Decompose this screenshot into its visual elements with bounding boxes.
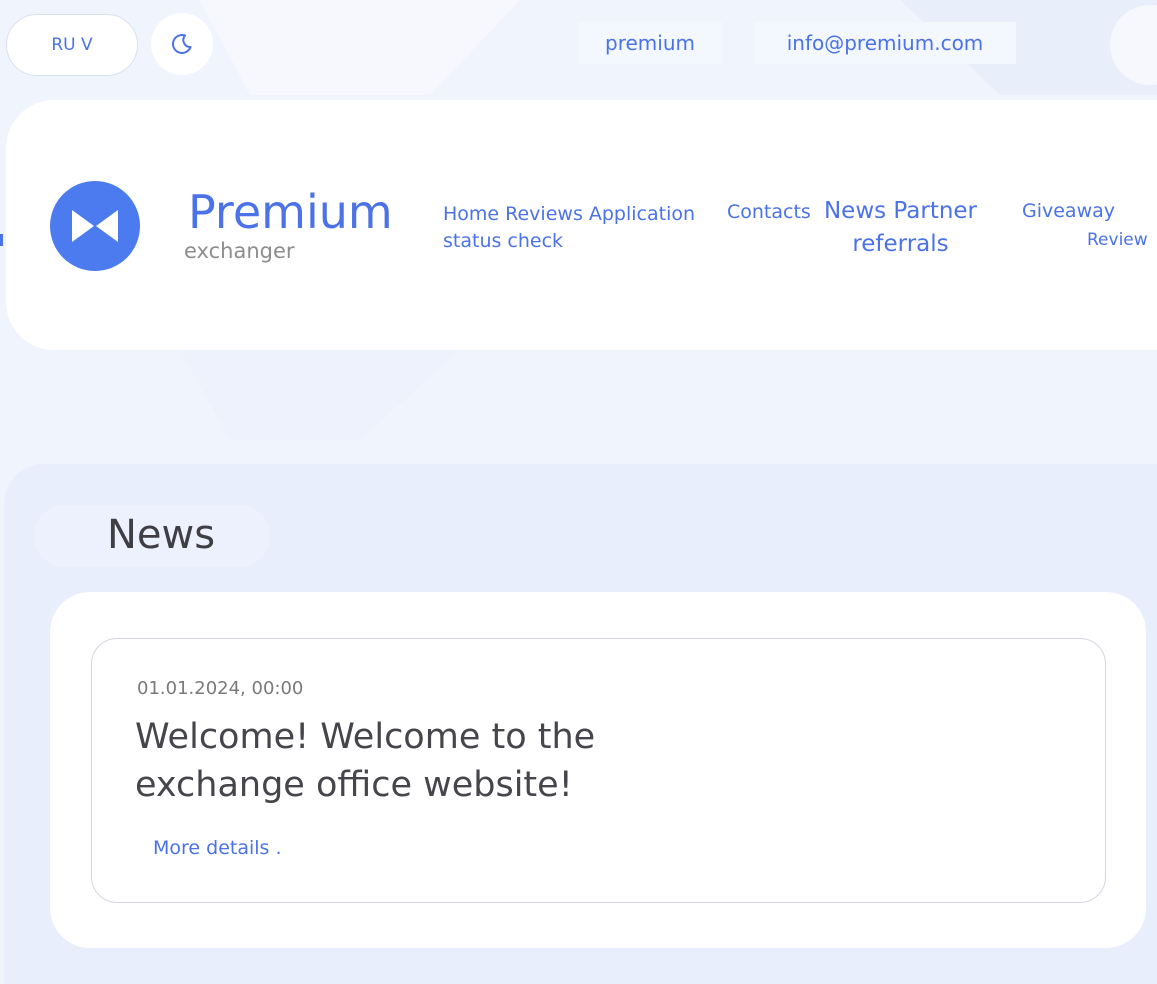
nav-referrals[interactable]: referrals bbox=[823, 229, 978, 259]
bowtie-logo-icon bbox=[72, 210, 118, 242]
nav-news-partner[interactable]: News Partner bbox=[823, 196, 978, 226]
language-selector[interactable]: RU V bbox=[6, 14, 138, 76]
site-link[interactable]: premium bbox=[578, 22, 722, 64]
news-section-title: News bbox=[107, 512, 216, 558]
nav-review[interactable]: Review bbox=[1087, 228, 1148, 252]
theme-toggle-button[interactable] bbox=[151, 13, 213, 75]
nav-contacts[interactable]: Contacts bbox=[727, 199, 811, 225]
moon-icon bbox=[172, 34, 192, 54]
news-date: 01.01.2024, 00:00 bbox=[137, 678, 304, 699]
brand-title[interactable]: Premium bbox=[188, 184, 393, 240]
nav-status-check[interactable]: status check bbox=[443, 228, 563, 254]
email-link[interactable]: info@premium.com bbox=[754, 22, 1016, 64]
more-details-link[interactable]: More details . bbox=[153, 835, 282, 861]
header-edge-mark bbox=[0, 234, 3, 246]
logo[interactable] bbox=[50, 181, 140, 271]
brand-subtitle: exchanger bbox=[184, 239, 295, 263]
nav-home-reviews-application[interactable]: Home Reviews Application bbox=[443, 201, 695, 227]
language-label: RU V bbox=[51, 35, 93, 55]
nav-giveaway[interactable]: Giveaway bbox=[1022, 198, 1115, 224]
news-headline[interactable]: Welcome! Welcome to the exchange office … bbox=[135, 713, 605, 809]
